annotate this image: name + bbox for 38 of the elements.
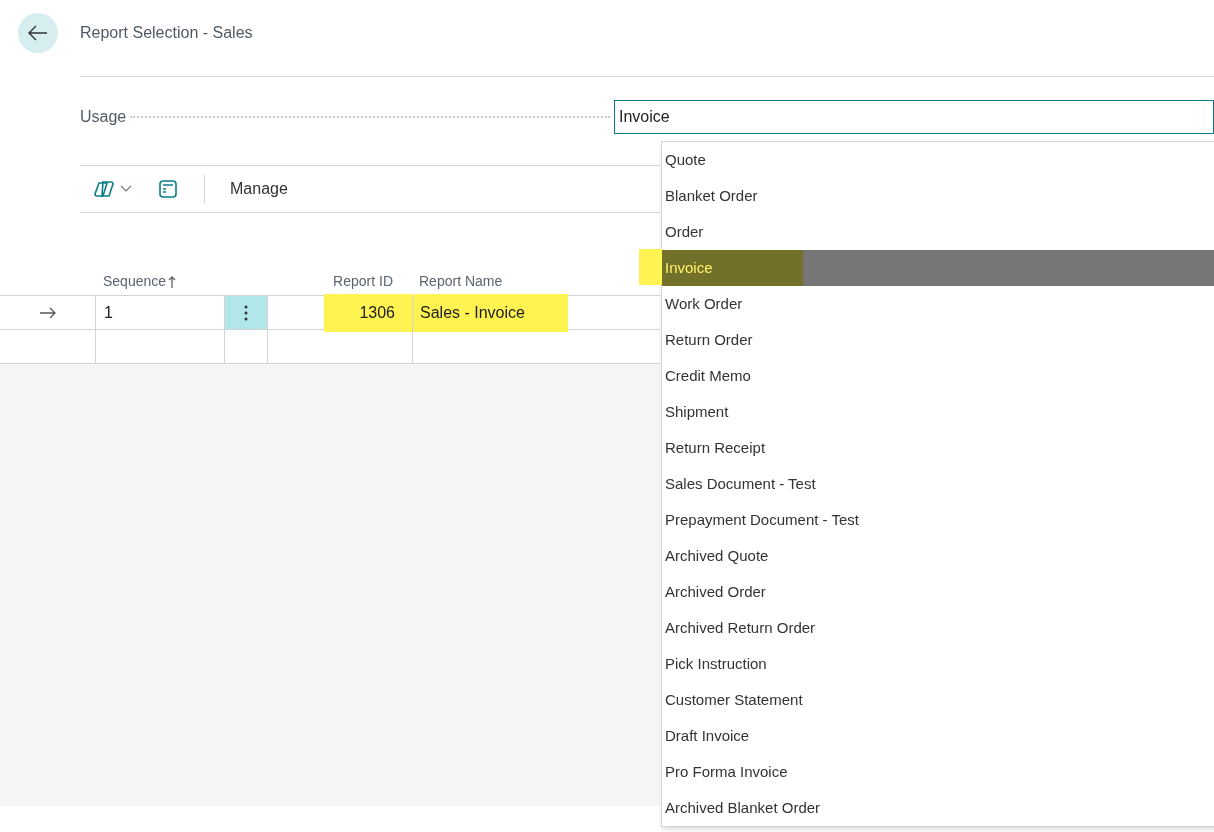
dropdown-option[interactable]: Customer Statement [662, 682, 1214, 718]
dropdown-option[interactable]: Work Order [662, 286, 1214, 322]
column-header[interactable]: Sequence [103, 271, 167, 292]
dropdown-option[interactable]: Blanket Order [662, 178, 1214, 214]
dropdown-option[interactable]: Pick Instruction [662, 646, 1214, 682]
dropdown-option[interactable]: Pro Forma Invoice [662, 754, 1214, 790]
dropdown-option[interactable]: Draft Invoice [662, 718, 1214, 754]
more-vertical-icon [244, 304, 248, 321]
dropdown-option[interactable]: Prepayment Document - Test [662, 502, 1214, 538]
usage-label: Usage [80, 107, 127, 127]
dropdown-option[interactable]: Credit Memo [662, 358, 1214, 394]
dropdown-option[interactable]: Return Order [662, 322, 1214, 358]
copilot-icon [94, 180, 116, 198]
dropdown-option[interactable]: Archived Quote [662, 538, 1214, 574]
back-arrow-icon [28, 25, 48, 41]
table-cell: Sales - Invoice [413, 293, 568, 332]
copilot-dropdown-button[interactable] [94, 180, 132, 198]
back-button[interactable] [18, 13, 58, 53]
highlight-mark [639, 249, 662, 285]
dropdown-option[interactable]: Shipment [662, 394, 1214, 430]
chevron-down-icon [120, 185, 132, 193]
dropdown-option[interactable]: Sales Document - Test [662, 466, 1214, 502]
dropdown-option[interactable]: Archived Blanket Order [662, 790, 1214, 826]
dropdown-option[interactable]: Invoice [662, 250, 1214, 286]
column-header[interactable]: Report Name [419, 273, 503, 289]
dropdown-option[interactable]: Archived Order [662, 574, 1214, 610]
dropdown-option[interactable]: Order [662, 214, 1214, 250]
dropdown-option[interactable]: Quote [662, 142, 1214, 178]
usage-field[interactable]: Invoice [614, 100, 1214, 134]
dropdown-option[interactable]: Return Receipt [662, 430, 1214, 466]
table-cell: 1306 [324, 293, 412, 332]
page-title: Report Selection - Sales [80, 23, 253, 43]
column-header[interactable]: Report ID [333, 271, 393, 292]
layout-button[interactable] [158, 179, 178, 199]
manage-button[interactable]: Manage [230, 177, 288, 201]
sort-up-icon [168, 275, 177, 288]
layout-icon [158, 179, 178, 199]
dropdown-option[interactable]: Archived Return Order [662, 610, 1214, 646]
